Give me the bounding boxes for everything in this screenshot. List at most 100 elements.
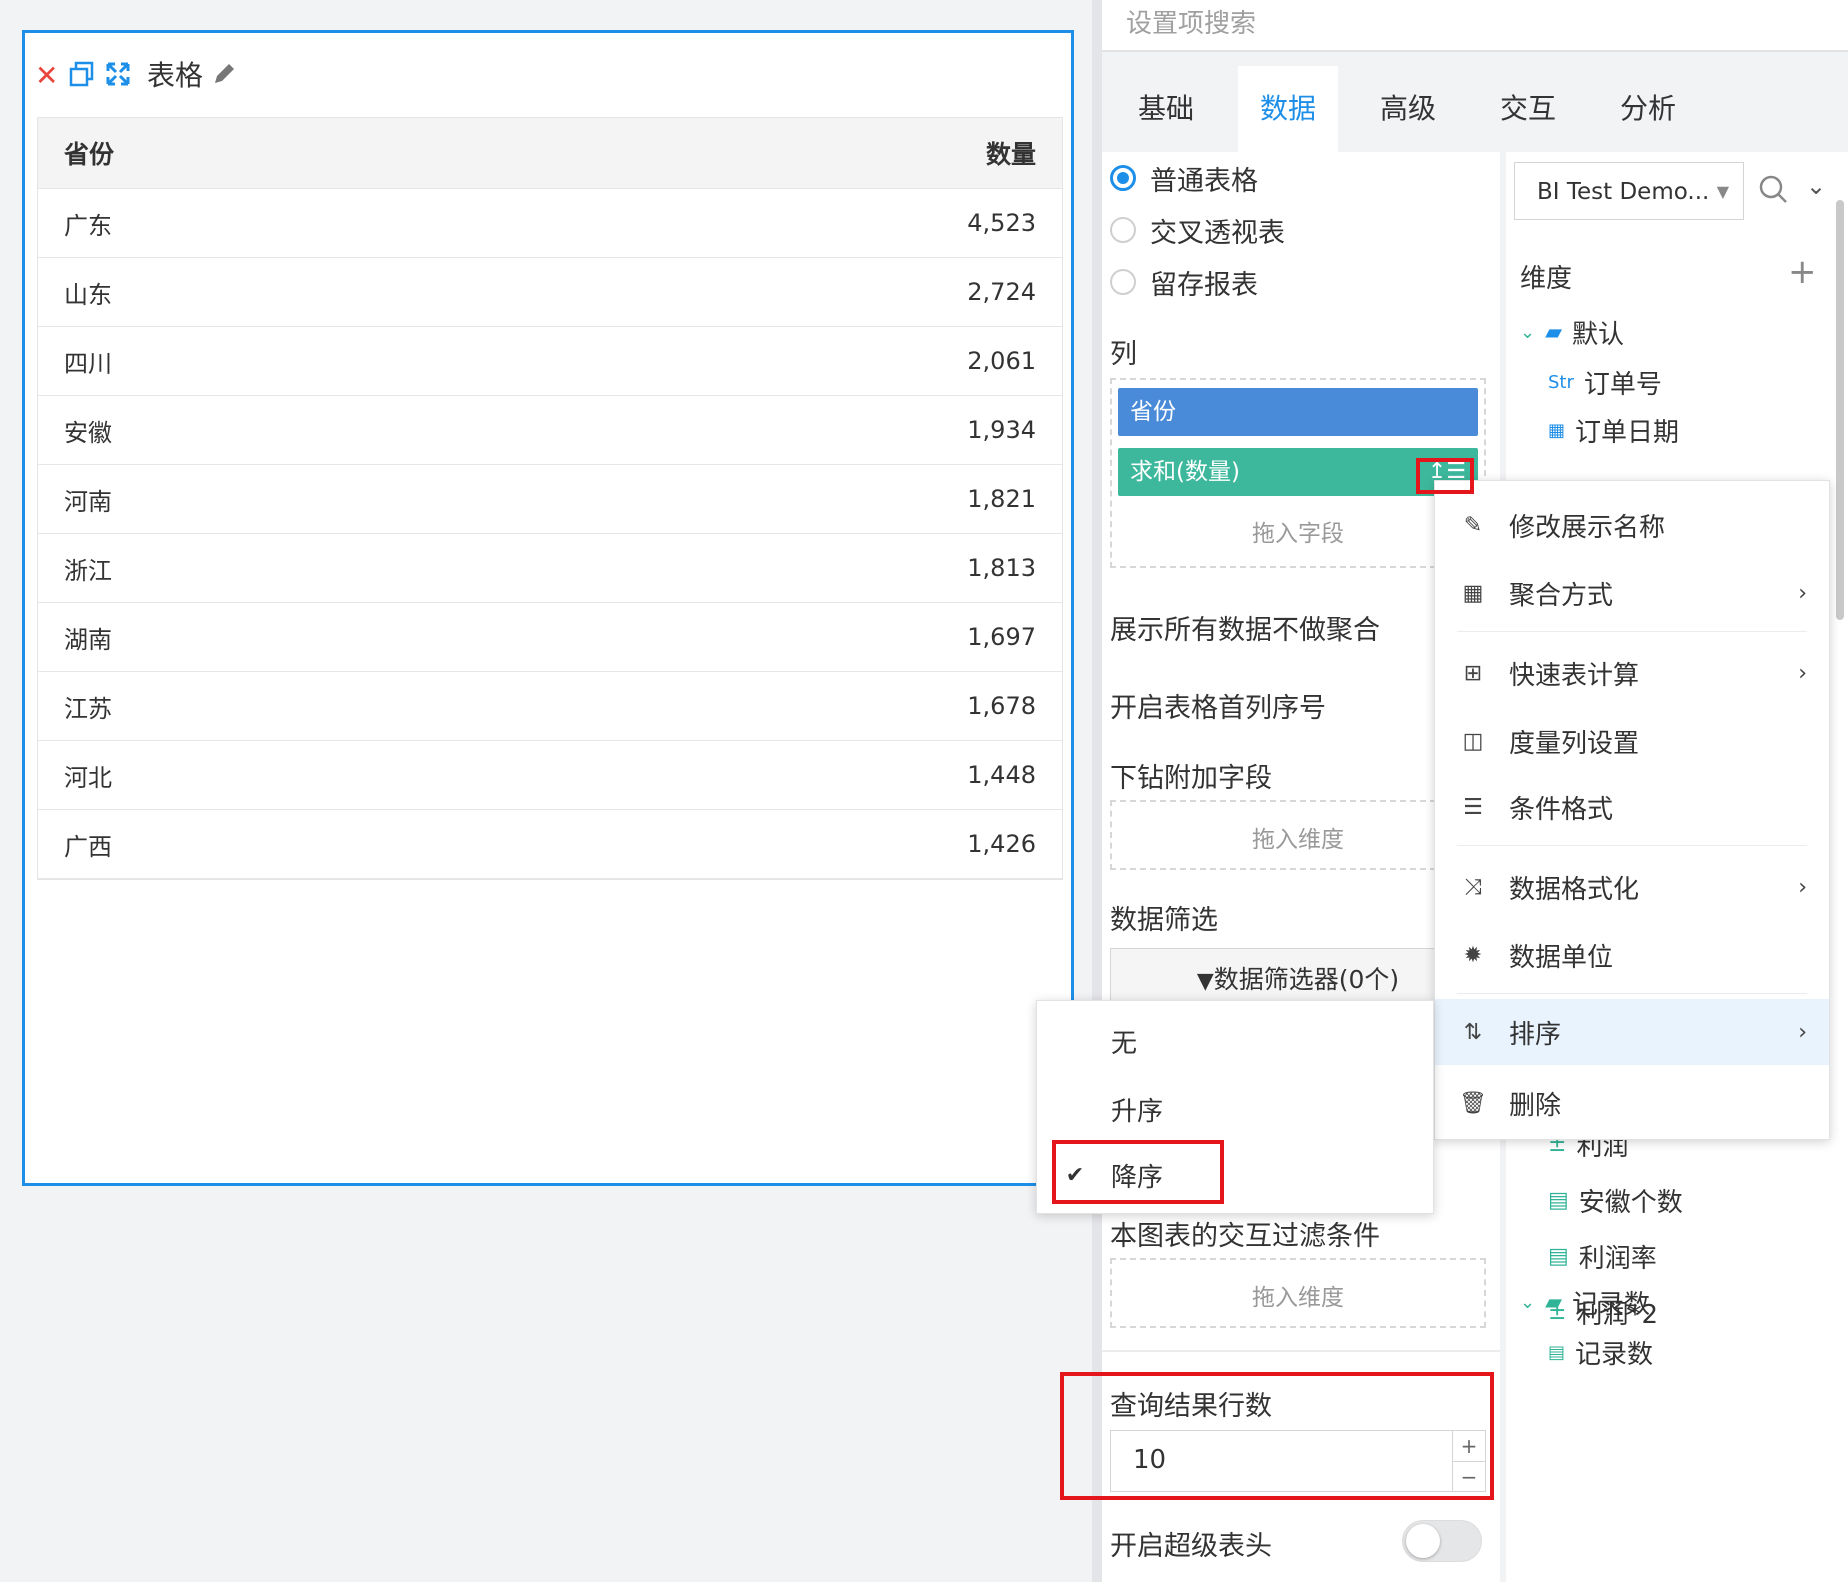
radio-label: 留存报表 xyxy=(1150,269,1258,301)
cell-quantity: 1,697 xyxy=(967,623,1036,651)
menu-data-unit[interactable]: ✹ 数据单位 xyxy=(1435,927,1829,983)
chip-label: 求和(数量) xyxy=(1130,459,1240,485)
field-order-no[interactable]: Str 订单号 xyxy=(1548,362,1662,402)
cell-quantity: 1,934 xyxy=(967,416,1036,444)
table-row: 浙江 1,813 xyxy=(38,534,1062,603)
table-row: 河北 1,448 xyxy=(38,741,1062,810)
folder-records[interactable]: ⌄ ▰ 记录数 xyxy=(1520,1282,1650,1322)
menu-measure-column[interactable]: ◫ 度量列设置 xyxy=(1435,713,1829,769)
cell-quantity: 1,678 xyxy=(967,692,1036,720)
tab-analysis[interactable]: 分析 xyxy=(1598,66,1698,152)
cell-province: 浙江 xyxy=(64,556,112,585)
filter-icon: ▼ xyxy=(1196,969,1214,994)
menu-label: 删除 xyxy=(1509,1090,1562,1121)
drill-dropzone[interactable]: 拖入维度 xyxy=(1110,800,1486,870)
field-label: 订单号 xyxy=(1583,369,1662,400)
field-measure[interactable]: ▤ 利润率 xyxy=(1548,1236,1657,1276)
row-number-label: 开启表格首列序号 xyxy=(1110,693,1326,724)
header-quantity[interactable]: 数量 xyxy=(836,135,1062,171)
menu-sort[interactable]: ⇅ 排序 › xyxy=(1435,999,1829,1065)
tab-advanced[interactable]: 高级 xyxy=(1358,66,1458,152)
list-icon: ☰ xyxy=(1463,794,1483,820)
header-province[interactable]: 省份 xyxy=(38,135,836,171)
columns-label: 列 xyxy=(1110,339,1137,370)
menu-data-format[interactable]: ⤨ 数据格式化 › xyxy=(1435,859,1829,915)
collapse-chevron-icon[interactable]: ⌄ xyxy=(1806,172,1826,200)
settings-search-input[interactable]: 设置项搜索 xyxy=(1102,0,1848,52)
chevron-right-icon: › xyxy=(1798,874,1807,900)
copy-icon[interactable] xyxy=(69,61,95,91)
add-dimension-button[interactable]: + xyxy=(1788,252,1817,292)
menu-label: 修改展示名称 xyxy=(1509,512,1666,543)
chevron-right-icon: › xyxy=(1798,660,1807,686)
menu-separator xyxy=(1457,631,1807,632)
menu-label: 排序 xyxy=(1509,1019,1562,1050)
folder-label: 记录数 xyxy=(1572,1289,1651,1320)
cell-quantity: 2,724 xyxy=(967,278,1036,306)
menu-label: 聚合方式 xyxy=(1509,580,1614,611)
menu-label: 度量列设置 xyxy=(1509,728,1640,759)
data-table: 省份 数量 广东 4,523 山东 2,724 四川 2,061 安徽 1,934 河南 1,82… xyxy=(37,117,1063,880)
table-row: 广西 1,426 xyxy=(38,810,1062,879)
tab-data[interactable]: 数据 xyxy=(1238,66,1338,152)
fullscreen-icon[interactable] xyxy=(105,61,131,91)
chevron-down-icon: ▼ xyxy=(1716,182,1729,201)
menu-rename[interactable]: ✎ 修改展示名称 xyxy=(1435,497,1829,553)
cell-quantity: 2,061 xyxy=(967,347,1036,375)
chevron-right-icon: › xyxy=(1798,1019,1807,1045)
cell-province: 河南 xyxy=(64,487,112,516)
radio-unselected[interactable] xyxy=(1110,269,1136,295)
sort-none[interactable]: 无 xyxy=(1037,1013,1433,1069)
drill-label: 下钻附加字段 xyxy=(1110,763,1272,794)
cell-quantity: 1,448 xyxy=(967,761,1036,789)
menu-label: 无 xyxy=(1111,1028,1138,1059)
fields-scrollbar[interactable] xyxy=(1836,200,1844,620)
menu-label: 条件格式 xyxy=(1509,794,1614,825)
menu-label: 升序 xyxy=(1111,1096,1164,1127)
table-row: 湖南 1,697 xyxy=(38,603,1062,672)
menu-conditional-format[interactable]: ☰ 条件格式 xyxy=(1435,779,1829,835)
sort-ascending[interactable]: 升序 xyxy=(1037,1081,1433,1137)
table-row: 广东 4,523 xyxy=(38,189,1062,258)
field-measure[interactable]: ▤ 安徽个数 xyxy=(1548,1180,1683,1220)
edit-pencil-icon[interactable] xyxy=(211,61,237,91)
chip-province[interactable]: 省份 xyxy=(1118,388,1478,436)
radio-retention-table[interactable]: 留存报表 xyxy=(1110,262,1258,302)
radio-selected[interactable] xyxy=(1110,165,1136,191)
panel-divider[interactable] xyxy=(1092,0,1102,1582)
table-widget[interactable]: ✕ 表格 省份 数量 广东 4,523 山东 2,724 四川 2,061 安徽 1,934 河… xyxy=(22,30,1074,1186)
super-header-toggle[interactable] xyxy=(1402,1520,1482,1562)
table-row: 四川 2,061 xyxy=(38,327,1062,396)
sort-icon: ⇅ xyxy=(1463,1019,1483,1045)
field-records[interactable]: ▤ 记录数 xyxy=(1548,1332,1653,1372)
settings-tabs: 基础 数据 高级 交互 分析 xyxy=(1102,66,1848,152)
close-icon[interactable]: ✕ xyxy=(35,61,58,91)
folder-default[interactable]: ⌄ ▰ 默认 xyxy=(1520,312,1624,352)
radio-unselected[interactable] xyxy=(1110,217,1136,243)
menu-separator xyxy=(1457,845,1807,846)
radio-normal-table[interactable]: 普通表格 xyxy=(1110,158,1258,198)
columns-icon: ◫ xyxy=(1462,728,1484,754)
search-icon[interactable] xyxy=(1758,174,1788,208)
filter-button-label: 数据筛选器(0个) xyxy=(1213,965,1400,994)
field-order-date[interactable]: ▦ 订单日期 xyxy=(1548,410,1679,450)
trash-icon: 🗑 xyxy=(1459,1090,1487,1116)
menu-aggregation[interactable]: ▦ 聚合方式 › xyxy=(1435,565,1829,621)
tab-interaction[interactable]: 交互 xyxy=(1478,66,1578,152)
cell-quantity: 1,426 xyxy=(967,830,1036,858)
interact-dropzone[interactable]: 拖入维度 xyxy=(1110,1258,1486,1328)
menu-quick-calc[interactable]: ⊞ 快速表计算 › xyxy=(1435,645,1829,701)
dataset-select[interactable]: BI Test Demo... ▼ xyxy=(1514,162,1744,220)
edit-icon: ✎ xyxy=(1463,512,1483,538)
show-all-label: 展示所有数据不做聚合 xyxy=(1110,615,1380,646)
cell-province: 江苏 xyxy=(64,694,112,723)
tab-basic[interactable]: 基础 xyxy=(1116,66,1216,152)
table-row: 山东 2,724 xyxy=(38,258,1062,327)
drag-field-placeholder: 拖入字段 xyxy=(1252,521,1344,547)
radio-label: 普通表格 xyxy=(1150,165,1258,197)
cell-quantity: 1,813 xyxy=(967,554,1036,582)
calculator-icon: ▦ xyxy=(1462,580,1484,606)
menu-delete[interactable]: 🗑 删除 xyxy=(1435,1075,1829,1131)
radio-pivot-table[interactable]: 交叉透视表 xyxy=(1110,210,1285,250)
filter-label: 数据筛选 xyxy=(1110,905,1218,936)
